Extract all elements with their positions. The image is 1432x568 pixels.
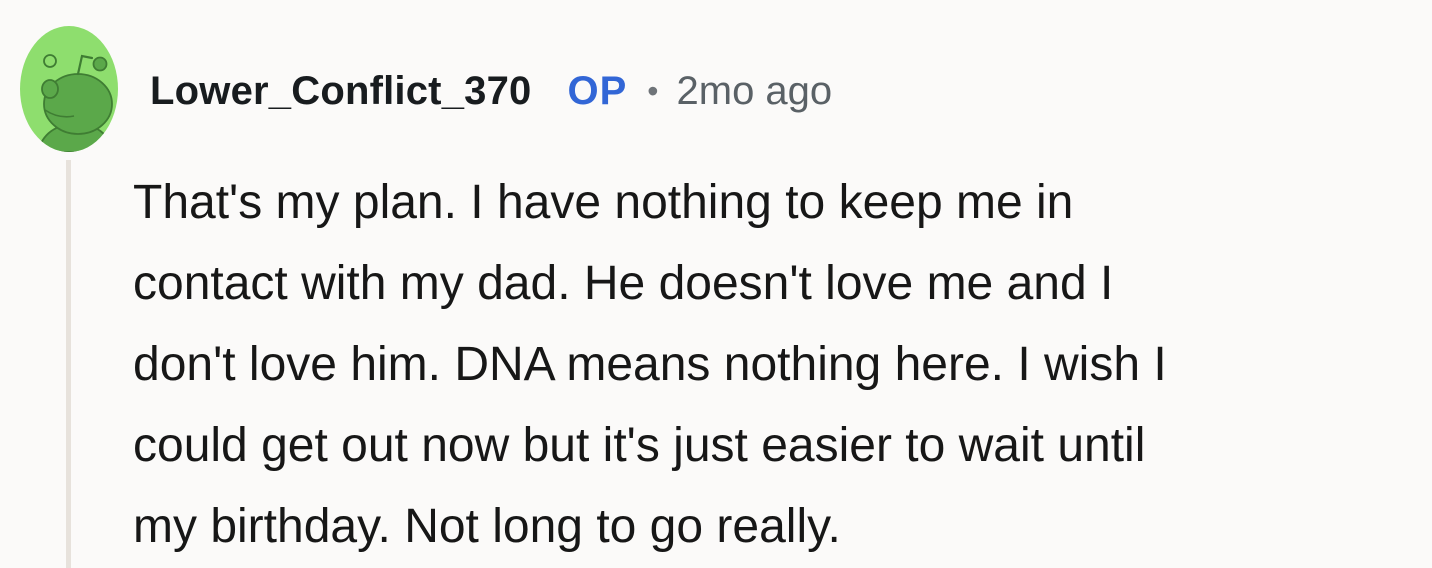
reddit-snoo-avatar-icon [20, 26, 118, 152]
comment-timestamp[interactable]: 2mo ago [677, 69, 833, 114]
op-badge: OP [567, 68, 628, 113]
username-link[interactable]: Lower_Conflict_370 [150, 69, 532, 114]
comment-meta: Lower_Conflict_370 OP • 2mo ago [150, 63, 832, 119]
thread-line[interactable] [66, 160, 71, 568]
user-avatar[interactable] [20, 26, 118, 152]
comment: Lower_Conflict_370 OP • 2mo ago That's m… [0, 0, 1432, 568]
meta-separator: • [647, 72, 659, 109]
comment-body: That's my plan. I have nothing to keep m… [133, 176, 1167, 553]
